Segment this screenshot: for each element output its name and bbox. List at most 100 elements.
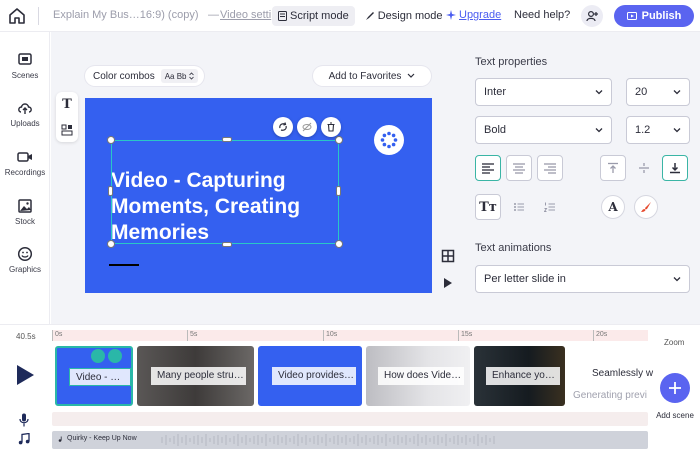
add-scene-button[interactable] — [660, 373, 690, 403]
text-animations-heading: Text animations — [475, 242, 552, 254]
text-case-button[interactable]: Tт — [475, 194, 501, 220]
align-center-button[interactable] — [506, 155, 532, 181]
delete-button[interactable] — [321, 117, 341, 137]
tick-label: 10s — [326, 331, 338, 338]
add-to-favorites-button[interactable]: Add to Favorites — [313, 66, 431, 86]
scene-clip[interactable]: Video - … — [55, 346, 133, 406]
text-selection-box[interactable] — [111, 140, 339, 244]
favorites-label: Add to Favorites — [328, 70, 402, 82]
bullet-list-button[interactable] — [506, 194, 532, 220]
scene-clip[interactable]: How does Vide… — [366, 346, 470, 406]
sidebar-item-recordings[interactable]: Recordings — [0, 149, 50, 177]
music-track[interactable]: Quirky - Keep Up Now — [52, 431, 648, 449]
generating-status: Generating previ — [573, 390, 647, 401]
resize-handle[interactable] — [107, 136, 115, 144]
align-right-button[interactable] — [537, 155, 563, 181]
chevron-down-icon — [673, 90, 681, 95]
slide-preview[interactable]: Video - Capturing Moments, Creating Memo… — [85, 98, 432, 293]
line-height-value: 1.2 — [635, 124, 651, 136]
highlight-button[interactable] — [634, 195, 658, 219]
generating-scene-clip[interactable]: Seamlessly w Generating previ — [568, 346, 653, 406]
music-note-icon[interactable] — [18, 433, 30, 445]
swap-button[interactable] — [273, 117, 293, 137]
align-top-icon — [608, 162, 618, 173]
play-preview-icon[interactable] — [443, 277, 453, 289]
font-weight-select[interactable]: Bold — [475, 116, 612, 144]
grid-icon[interactable] — [441, 249, 455, 263]
voiceover-track[interactable] — [52, 412, 648, 426]
script-mode-button[interactable]: Script mode — [272, 6, 355, 26]
font-family-value: Inter — [484, 86, 507, 98]
align-left-button[interactable] — [475, 155, 501, 181]
plus-icon — [669, 382, 681, 394]
properties-panel: Text properties Inter 20 Bold 1.2 Tт A T… — [464, 32, 700, 324]
zoom-label[interactable]: Zoom — [664, 338, 684, 347]
sidebar-item-uploads[interactable]: Uploads — [0, 100, 50, 128]
tick-label: 20s — [596, 331, 608, 338]
font-size-select[interactable]: 20 — [626, 78, 690, 106]
line-height-select[interactable]: 1.2 — [626, 116, 690, 144]
trash-icon — [327, 122, 335, 132]
resize-handle[interactable] — [222, 242, 232, 247]
resize-handle[interactable] — [335, 136, 343, 144]
align-right-icon — [544, 163, 556, 174]
upload-icon — [18, 103, 32, 114]
add-user-button[interactable] — [581, 5, 603, 27]
resize-handle[interactable] — [222, 137, 232, 142]
text-case-icon: Tт — [479, 199, 497, 215]
top-bar: Explain My Bus…16:9) (copy) — Video sett… — [0, 0, 700, 32]
valign-bottom-button[interactable] — [662, 155, 688, 181]
chevron-up-icon[interactable] — [108, 349, 122, 363]
valign-top-button[interactable] — [600, 155, 626, 181]
publish-button[interactable]: Publish — [614, 5, 694, 27]
resize-handle[interactable] — [107, 240, 115, 248]
animation-select[interactable]: Per letter slide in — [475, 265, 690, 293]
sidebar-item-graphics[interactable]: Graphics — [0, 246, 50, 274]
color-combos-dropdown[interactable]: Color combos Aa Bb — [85, 66, 204, 86]
left-sidebar: Scenes Uploads Recordings Stock Graphics — [0, 32, 50, 324]
waveform — [161, 434, 495, 446]
align-center-icon — [513, 163, 525, 174]
chevron-down-icon — [673, 128, 681, 133]
chevron-down-icon — [595, 128, 603, 133]
align-middle-icon — [639, 163, 649, 173]
image-icon — [18, 199, 32, 213]
upgrade-link[interactable]: Upgrade — [446, 9, 501, 21]
scene-clip[interactable]: Many people stru… — [137, 346, 254, 406]
video-settings-link[interactable]: Video setti — [220, 9, 272, 21]
resize-handle[interactable] — [108, 186, 113, 196]
text-tool-icon[interactable]: T — [56, 94, 78, 116]
resize-handle[interactable] — [336, 186, 341, 196]
video-camera-icon — [17, 152, 32, 162]
scene-clip[interactable]: Video provides… — [258, 346, 362, 406]
resize-handle[interactable] — [335, 240, 343, 248]
time-ruler[interactable]: 0s 5s 10s 15s 20s — [52, 330, 648, 341]
bullet-list-icon — [514, 203, 524, 211]
align-left-icon — [482, 163, 494, 174]
valign-middle-button[interactable] — [631, 155, 657, 181]
project-title[interactable]: Explain My Bus…16:9) (copy) — [53, 9, 199, 21]
numbered-list-button[interactable] — [537, 194, 563, 220]
sidebar-item-label: Recordings — [4, 168, 46, 177]
help-link[interactable]: Need help? — [514, 9, 570, 21]
design-mode-button[interactable]: Design mode — [359, 6, 449, 26]
clip-label: Video - … — [69, 368, 131, 386]
microphone-icon[interactable] — [19, 413, 29, 427]
sidebar-item-scenes[interactable]: Scenes — [0, 52, 50, 80]
home-icon[interactable] — [7, 6, 27, 26]
text-color-button[interactable]: A — [601, 195, 625, 219]
hide-button[interactable] — [297, 117, 317, 137]
scene-clip[interactable]: Enhance yo… — [474, 346, 565, 406]
tick-label: 5s — [190, 331, 198, 338]
music-track-name: Quirky - Keep Up Now — [67, 435, 137, 442]
sidebar-item-stock[interactable]: Stock — [0, 198, 50, 226]
color-combos-label: Color combos — [93, 70, 155, 82]
layout-tool-icon[interactable] — [56, 118, 78, 140]
clip-actions — [91, 349, 122, 363]
play-icon[interactable] — [15, 364, 35, 386]
text-properties-heading: Text properties — [475, 56, 548, 68]
font-size-value: 20 — [635, 86, 648, 98]
clip-option-icon[interactable] — [91, 349, 105, 363]
font-family-select[interactable]: Inter — [475, 78, 612, 106]
chevron-down-icon — [595, 90, 603, 95]
